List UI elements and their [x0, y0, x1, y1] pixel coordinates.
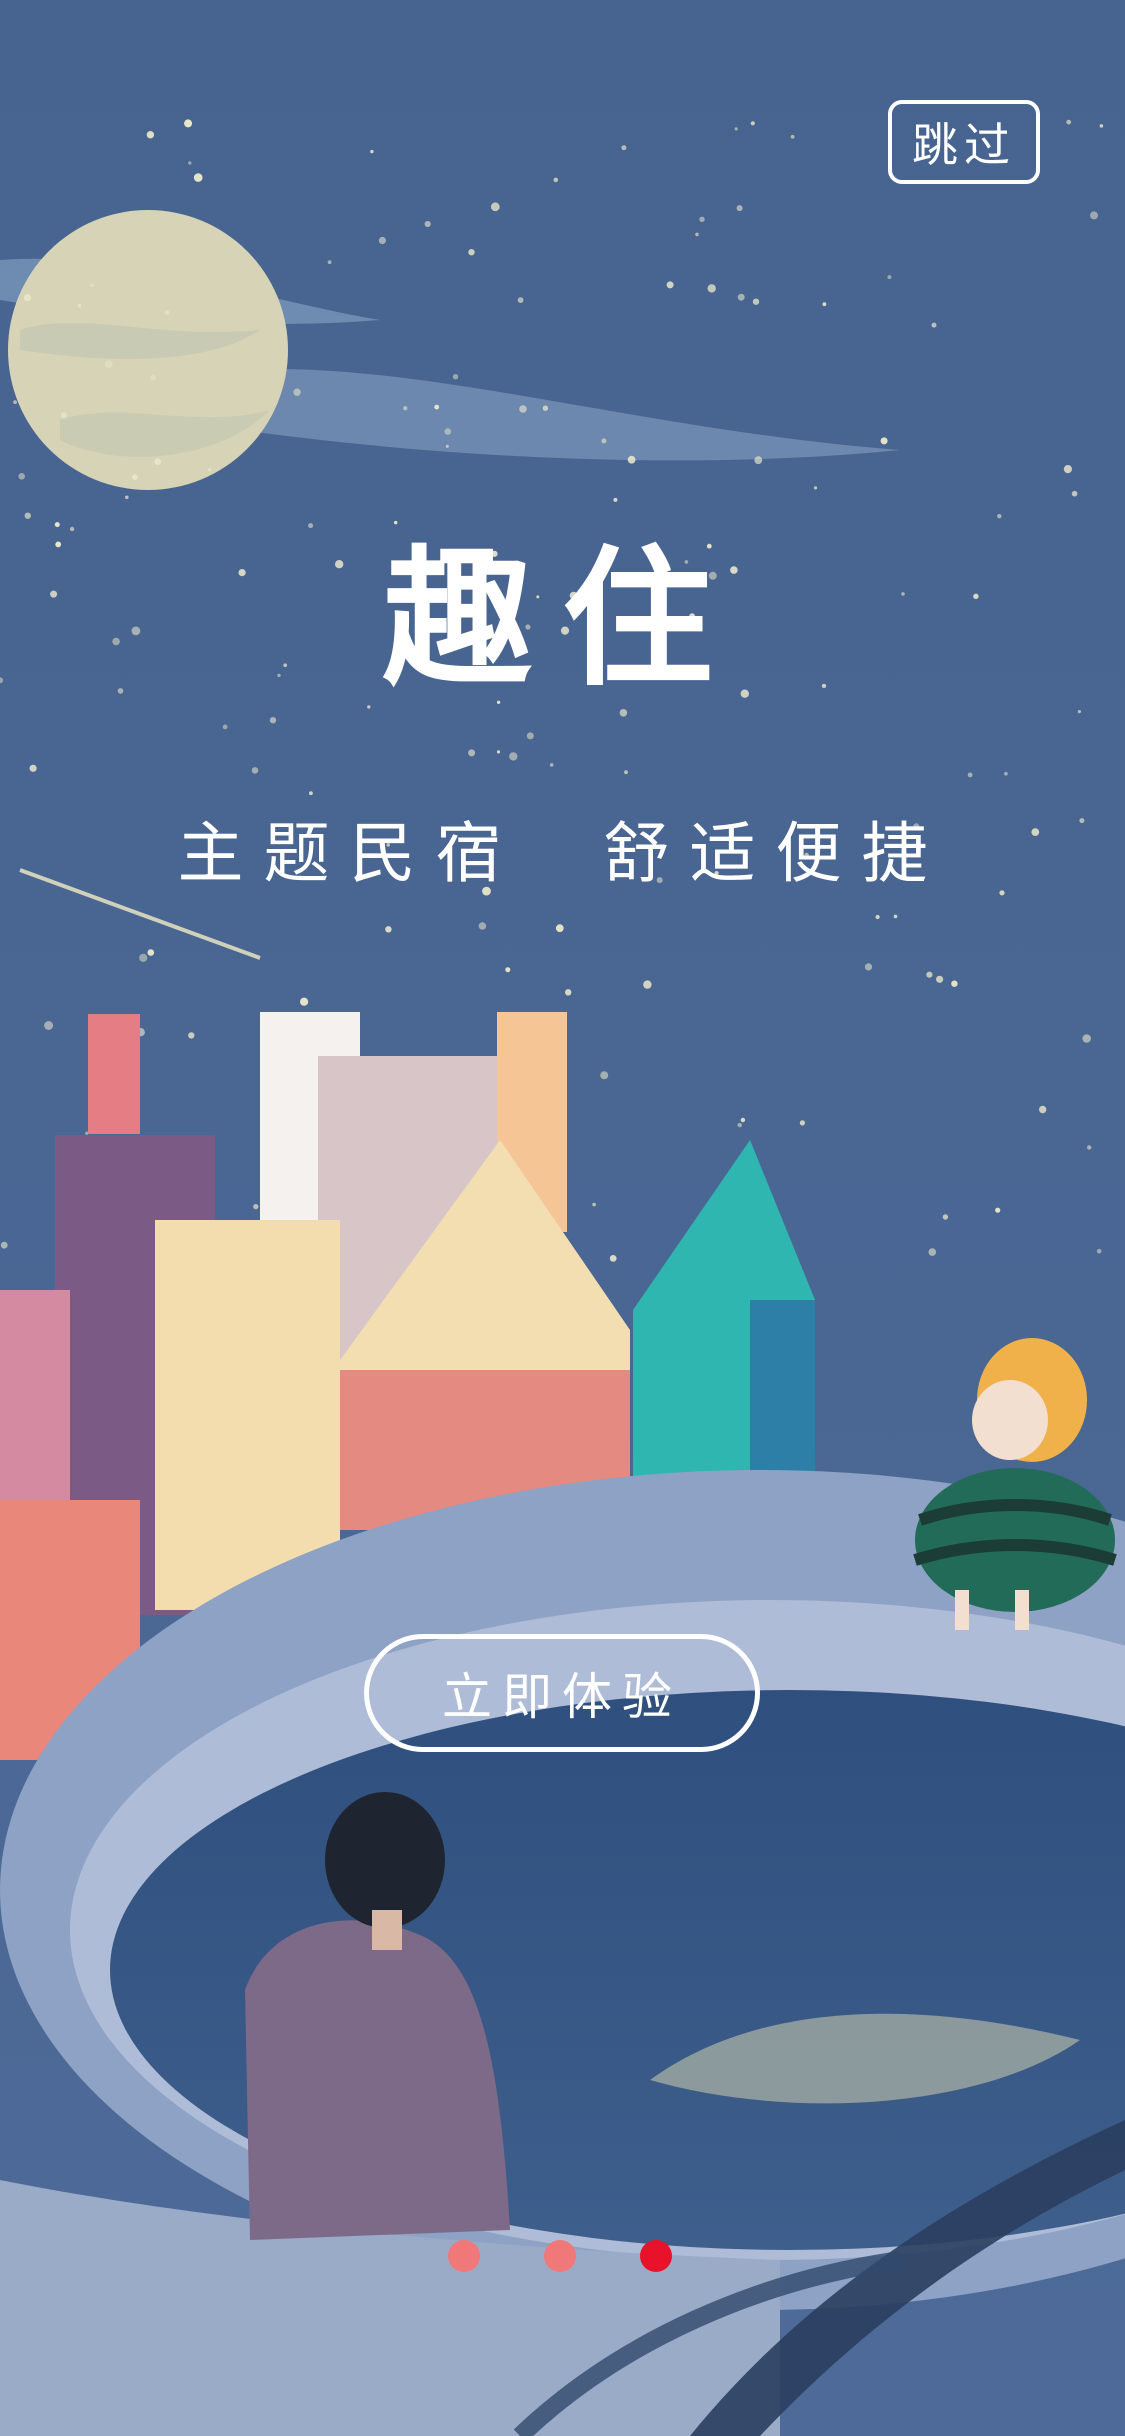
start-experience-button[interactable]: 立即体验	[364, 1634, 760, 1752]
moon-illustration	[8, 210, 288, 490]
onboarding-screen: 跳过 趣住 主题民宿 舒适便捷 立即体验	[0, 0, 1125, 2436]
page-indicator	[448, 2240, 688, 2276]
app-title: 趣住	[382, 533, 743, 707]
background-illustration	[0, 0, 1125, 2436]
skip-button[interactable]: 跳过	[888, 100, 1040, 184]
tagline: 主题民宿 舒适便捷	[177, 815, 948, 892]
page-dot-3[interactable]	[640, 2240, 672, 2272]
page-dot-1[interactable]	[448, 2240, 480, 2272]
page-dot-2[interactable]	[544, 2240, 576, 2272]
